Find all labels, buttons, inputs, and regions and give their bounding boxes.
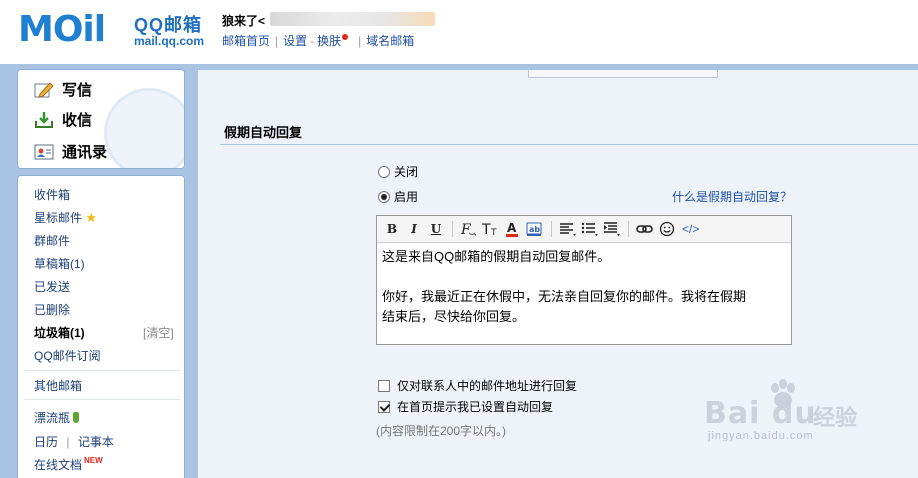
contacts-only-option[interactable]: 仅对联系人中的邮件地址进行回复 <box>378 377 577 394</box>
receive-label: 收信 <box>62 112 93 129</box>
toolbar-separator <box>628 221 629 237</box>
link-mail-home[interactable]: 邮箱首页 <box>222 34 270 48</box>
editor-content[interactable]: 这是来自QQ邮箱的假期自动回复邮件。 你好，我最近正在休假中，无法亲自回复你的邮… <box>377 243 791 331</box>
radio-off[interactable] <box>378 165 390 178</box>
highlight-icon[interactable]: ab <box>526 220 544 238</box>
top-nav-links: 邮箱首页 | 设置 - 换肤 | 域名邮箱 <box>222 32 414 49</box>
folder-sent[interactable]: 已发送 <box>34 278 70 295</box>
new-badge: NEW <box>84 456 103 465</box>
sidebar-divider <box>24 370 180 371</box>
link-domain-mail[interactable]: 域名邮箱 <box>366 34 414 48</box>
contacts-only-label: 仅对联系人中的邮件地址进行回复 <box>397 379 578 393</box>
help-link[interactable]: 什么是假期自动回复？ <box>672 188 792 205</box>
folder-groups[interactable]: 群邮件 <box>34 232 70 249</box>
notes-link[interactable]: 记事本 <box>78 435 114 449</box>
online-docs-label: 在线文档 <box>34 458 83 472</box>
user-email-redacted <box>270 12 435 26</box>
baidu-jingyan-watermark: Bai du 经验 jingyan.baidu.com <box>700 376 900 442</box>
folder-spam[interactable]: 垃圾箱(1) <box>34 324 85 341</box>
online-docs-link[interactable]: 在线文档 NEW <box>34 456 103 473</box>
editor-blank-line <box>382 267 786 287</box>
underline-button[interactable]: U <box>427 220 445 238</box>
svg-text:F: F <box>460 222 472 237</box>
svg-text:T: T <box>490 228 497 237</box>
logo-domain: mail.qq.com <box>134 34 205 48</box>
bottle-icon <box>73 412 80 423</box>
link-skin[interactable]: 换肤 <box>317 34 341 48</box>
content-limit-note: (内容限制在200字以内。) <box>376 424 507 438</box>
font-size-icon[interactable]: TT <box>482 220 500 238</box>
editor-toolbar: B I U F TT A ab </> <box>377 216 791 243</box>
compose-button[interactable]: 写信 <box>34 79 92 100</box>
contacts-only-checkbox[interactable] <box>378 379 390 392</box>
section-divider <box>220 144 918 145</box>
homepage-notice-label: 在首页提示我已设置自动回复 <box>397 400 554 414</box>
editor-line-1: 这是来自QQ邮箱的假期自动回复邮件。 <box>382 249 611 264</box>
font-family-icon[interactable]: F <box>460 220 478 238</box>
inbox-download-icon <box>34 111 54 129</box>
link-settings[interactable]: 设置 <box>283 34 307 48</box>
watermark-url: jingyan.baidu.com <box>708 430 814 442</box>
contacts-label: 通讯录 <box>62 144 108 161</box>
font-color-icon[interactable]: A <box>504 220 522 238</box>
nav-dash: - <box>310 34 315 48</box>
bold-button[interactable]: B <box>383 220 401 238</box>
link-icon[interactable] <box>636 220 654 238</box>
sidebar-folders: 收件箱 星标邮件 ★ 群邮件 草稿箱(1) 已发送 已删除 垃圾箱(1) [清空… <box>17 175 185 478</box>
toolbar-separator <box>452 221 453 237</box>
radio-on-label: 启用 <box>394 190 419 204</box>
radio-off-label: 关闭 <box>394 165 419 179</box>
logo-wordmark: MOil <box>18 9 106 50</box>
link-separator: | <box>66 435 70 449</box>
user-greeting: 狼来了< <box>222 14 266 28</box>
toolbar-separator <box>551 221 552 237</box>
folder-drafts[interactable]: 草稿箱(1) <box>34 255 85 272</box>
star-icon: ★ <box>85 210 98 225</box>
watermark-brand: Bai du <box>704 396 817 431</box>
calendar-link[interactable]: 日历 <box>34 435 58 449</box>
align-icon[interactable] <box>559 220 577 238</box>
contacts-button[interactable]: 通讯录 <box>34 141 107 162</box>
editor-line-3: 结束后，尽快给你回复。 <box>382 309 526 324</box>
svg-text:T: T <box>482 222 491 237</box>
header: MOil QQ邮箱 mail.qq.com 狼来了< 邮箱首页 | 设置 - 换肤 | 域名… <box>0 0 918 64</box>
sidebar-actions: 写信 收信 通讯录 <box>17 69 185 169</box>
svg-text:A: A <box>507 221 517 235</box>
folder-other-mailboxes[interactable]: 其他邮箱 <box>34 377 82 394</box>
spam-clear-button[interactable]: [清空] <box>143 324 174 341</box>
folder-inbox[interactable]: 收件箱 <box>34 186 70 203</box>
drift-bottle-label: 漂流瓶 <box>34 411 71 425</box>
svg-text:ab: ab <box>529 225 540 234</box>
compose-label: 写信 <box>62 82 93 99</box>
sidebar-divider <box>24 399 180 400</box>
folder-starred[interactable]: 星标邮件 ★ <box>34 209 97 226</box>
contact-card-icon <box>34 143 54 161</box>
html-source-button[interactable]: </> <box>680 220 701 238</box>
homepage-notice-option[interactable]: 在首页提示我已设置自动回复 <box>378 398 553 415</box>
qq-penguin-decoration <box>104 88 184 168</box>
section-title: 假期自动回复 <box>224 125 303 140</box>
editor-line-2: 你好，我最近正在休假中，无法亲自回复你的邮件。我将在假期 <box>382 289 747 304</box>
rich-text-editor: B I U F TT A ab </> 这是来自QQ邮箱的假期自动回复邮件。 你… <box>376 215 792 345</box>
indent-icon[interactable] <box>603 220 621 238</box>
emoji-icon[interactable] <box>658 220 676 238</box>
folder-starred-label: 星标邮件 <box>34 211 83 225</box>
radio-off-row[interactable]: 关闭 <box>378 163 418 180</box>
receive-button[interactable]: 收信 <box>34 109 92 130</box>
calendar-notes-row: 日历 | 记事本 <box>34 433 114 450</box>
qqmail-logo[interactable]: MOil QQ邮箱 mail.qq.com <box>18 8 218 50</box>
homepage-notice-checkbox[interactable] <box>378 400 390 413</box>
folder-deleted[interactable]: 已删除 <box>34 301 70 318</box>
watermark-cn: 经验 <box>813 405 858 430</box>
list-icon[interactable] <box>581 220 599 238</box>
nav-separator: | <box>358 34 362 48</box>
radio-on[interactable] <box>378 190 390 203</box>
folder-subscriptions[interactable]: QQ邮件订阅 <box>34 347 101 364</box>
panel-tab-stub <box>528 70 718 78</box>
nav-separator: | <box>275 34 279 48</box>
italic-button[interactable]: I <box>405 220 423 238</box>
pencil-icon <box>34 81 54 99</box>
drift-bottle-link[interactable]: 漂流瓶 <box>34 409 80 426</box>
radio-on-row[interactable]: 启用 <box>378 188 418 205</box>
